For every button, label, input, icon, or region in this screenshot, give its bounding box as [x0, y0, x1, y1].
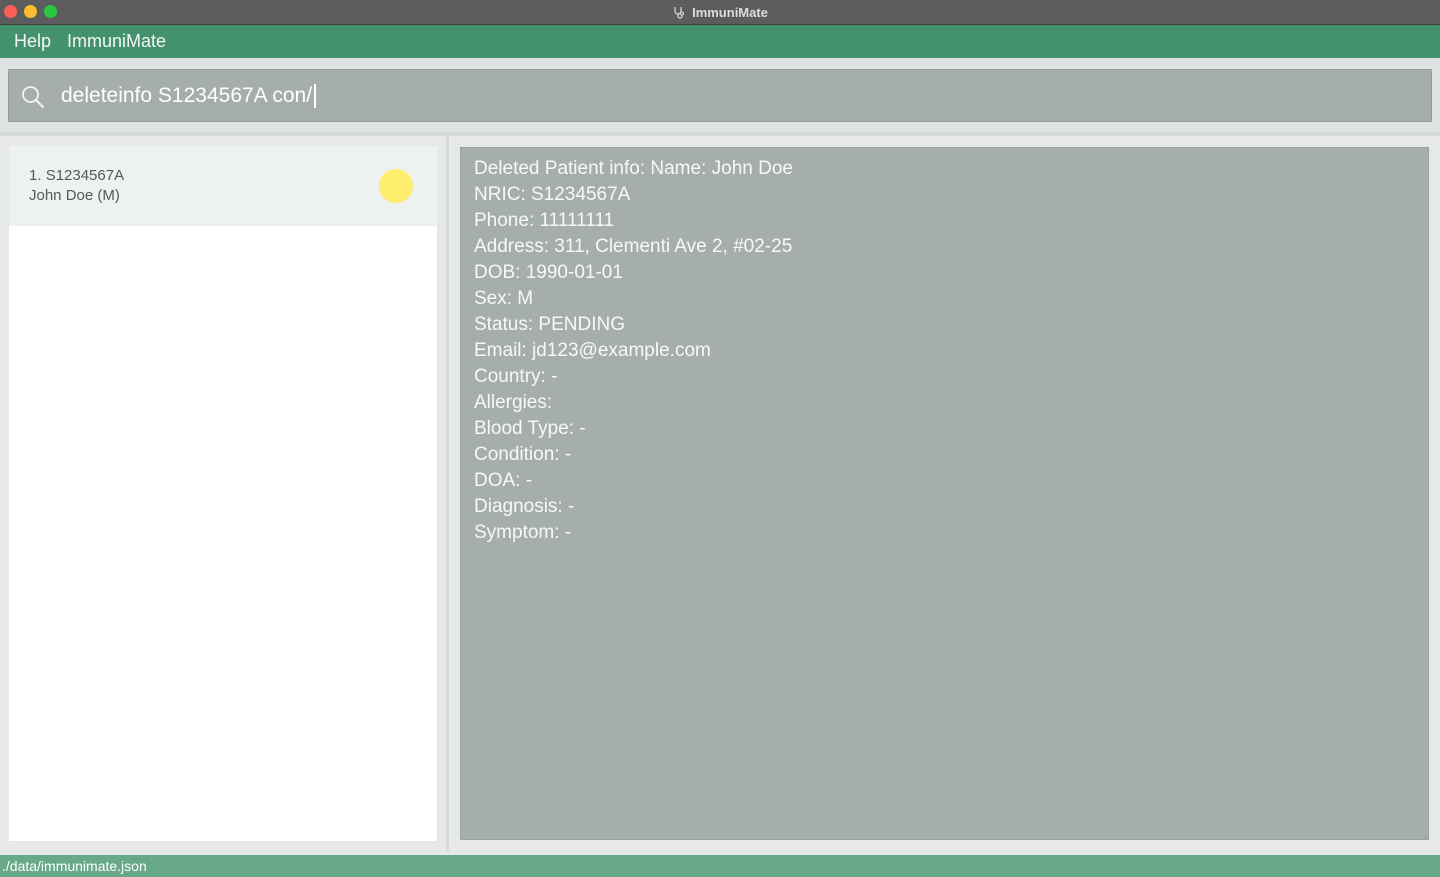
patient-index: 1.	[29, 167, 42, 184]
menu-bar: Help ImmuniMate	[0, 25, 1440, 58]
menu-immunimate[interactable]: ImmuniMate	[65, 31, 180, 52]
vertical-divider[interactable]	[446, 136, 449, 852]
command-box[interactable]	[8, 69, 1432, 122]
command-area	[0, 58, 1440, 132]
menu-help[interactable]: Help	[0, 31, 65, 52]
title-bar: ImmuniMate	[0, 0, 1440, 25]
text-caret	[314, 84, 317, 108]
patient-list-panel[interactable]: 1. S1234567A John Doe (M)	[9, 146, 437, 841]
search-icon	[20, 84, 46, 110]
detail-line-email: Email: jd123@example.com	[474, 340, 711, 361]
detail-line-symptom: Symptom: -	[474, 522, 572, 543]
detail-line-address: Address: 311, Clementi Ave 2, #02-25	[474, 236, 793, 257]
horizontal-divider	[0, 132, 1440, 136]
status-indicator-dot	[379, 169, 413, 203]
command-input[interactable]	[61, 70, 1421, 121]
result-display-panel: Deleted Patient info: Name: John Doe NRI…	[460, 147, 1429, 840]
patient-id-line: 1. S1234567A	[29, 167, 124, 184]
patient-name: John Doe (M)	[29, 187, 120, 204]
data-file-path: ./data/immunimate.json	[2, 858, 147, 874]
detail-line-diagnosis: Diagnosis: -	[474, 496, 575, 517]
detail-line-blood-type: Blood Type: -	[474, 418, 586, 439]
detail-line-status: Status: PENDING	[474, 314, 625, 335]
detail-line-phone: Phone: 11111111	[474, 210, 615, 231]
detail-line-condition: Condition: -	[474, 444, 572, 465]
detail-line-nric: NRIC: S1234567A	[474, 184, 631, 205]
patient-list-item[interactable]: 1. S1234567A John Doe (M)	[9, 146, 437, 226]
window-title-group: ImmuniMate	[0, 0, 1440, 25]
detail-line-header: Deleted Patient info: Name: John Doe	[474, 158, 793, 179]
stethoscope-icon	[672, 6, 686, 20]
detail-line-doa: DOA: -	[474, 470, 533, 491]
detail-line-dob: DOB: 1990-01-01	[474, 262, 623, 283]
app-window: ImmuniMate Help ImmuniMate 1. S1234567A …	[0, 0, 1440, 877]
patient-nric: S1234567A	[45, 167, 125, 184]
window-title: ImmuniMate	[692, 5, 768, 20]
detail-line-country: Country: -	[474, 366, 558, 387]
status-bar: ./data/immunimate.json	[0, 855, 1440, 877]
detail-line-allergies: Allergies:	[474, 392, 553, 413]
detail-line-sex: Sex: M	[474, 288, 534, 309]
